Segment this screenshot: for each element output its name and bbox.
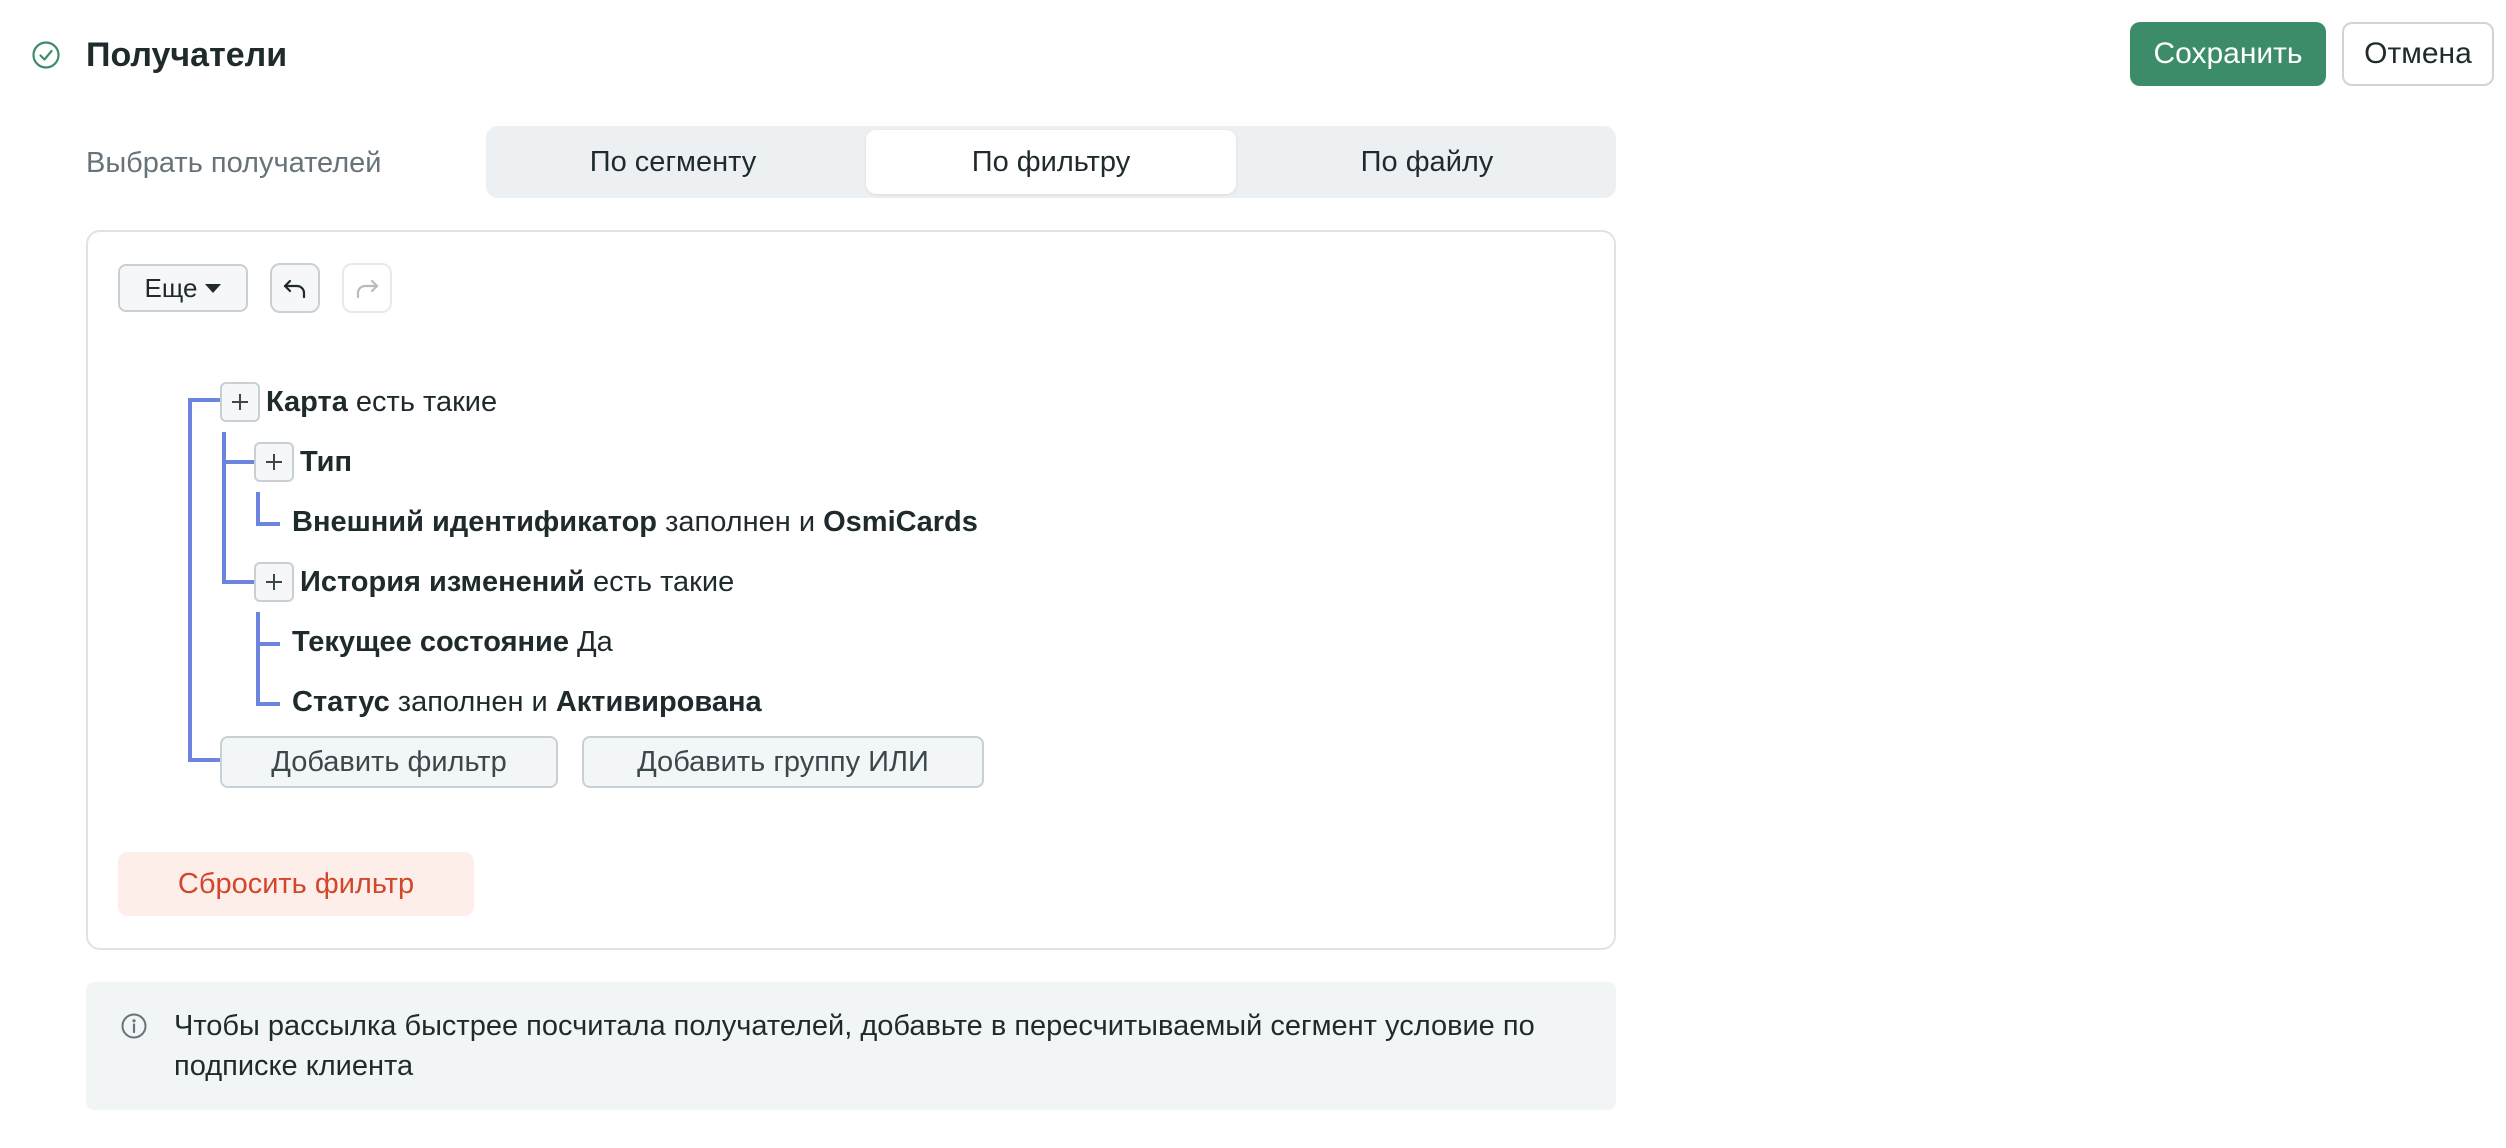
filter-row-external-id[interactable]: Внешний идентификатор заполнен и OsmiCar… — [292, 504, 978, 540]
filter-name: Статус — [292, 686, 390, 718]
plus-icon — [232, 394, 248, 410]
info-icon — [121, 1013, 147, 1039]
tab-by-file[interactable]: По файлу — [1242, 130, 1612, 194]
filter-name: Текущее состояние — [292, 626, 569, 658]
plus-icon — [266, 574, 282, 590]
filter-row-card[interactable]: Карта есть такие — [266, 384, 497, 420]
redo-icon — [356, 279, 379, 299]
filter-name: История изменений — [300, 566, 585, 598]
filter-value: Активирована — [555, 686, 762, 718]
tree-line — [256, 612, 260, 706]
save-button[interactable]: Сохранить — [2130, 22, 2326, 86]
expand-card-button[interactable] — [220, 382, 260, 422]
tree-line — [188, 758, 220, 762]
page-title: Получатели — [86, 36, 288, 74]
select-recipients-label: Выбрать получателей — [86, 147, 382, 179]
tree-line — [256, 522, 280, 526]
tree-line — [256, 642, 280, 646]
more-label: Еще — [144, 272, 198, 303]
tree-line — [222, 580, 254, 584]
filter-row-status[interactable]: Статус заполнен и Активирована — [292, 684, 762, 720]
filter-condition: есть такие — [355, 386, 498, 418]
tree-line — [222, 460, 254, 464]
undo-button[interactable] — [270, 263, 320, 313]
filter-row-type[interactable]: Тип — [300, 444, 352, 480]
tree-line — [256, 492, 260, 526]
add-or-group-button[interactable]: Добавить группу ИЛИ — [582, 736, 984, 788]
caret-down-icon — [205, 283, 222, 293]
filter-row-current-state[interactable]: Текущее состояние Да — [292, 624, 613, 660]
info-text: Чтобы рассылка быстрее посчитала получат… — [174, 1010, 1535, 1082]
add-filter-button[interactable]: Добавить фильтр — [220, 736, 558, 788]
redo-button[interactable] — [342, 263, 392, 313]
more-dropdown-button[interactable]: Еще — [118, 264, 248, 312]
expand-history-button[interactable] — [254, 562, 294, 602]
tab-by-filter[interactable]: По фильтру — [866, 130, 1236, 194]
filter-value: Да — [577, 626, 613, 658]
plus-icon — [266, 454, 282, 470]
tree-line — [188, 398, 220, 402]
expand-type-button[interactable] — [254, 442, 294, 482]
filter-value: OsmiCards — [823, 506, 978, 538]
tree-line — [256, 702, 280, 706]
filter-condition: есть такие — [593, 566, 735, 598]
filter-name: Тип — [300, 446, 352, 478]
check-circle-icon — [32, 41, 60, 69]
tree-line — [188, 398, 192, 762]
filter-condition: заполнен и — [665, 506, 816, 538]
cancel-button[interactable]: Отмена — [2342, 22, 2494, 86]
tree-line — [222, 432, 226, 584]
tab-by-segment[interactable]: По сегменту — [490, 130, 856, 194]
filter-name: Внешний идентификатор — [292, 506, 657, 538]
reset-filter-button[interactable]: Сбросить фильтр — [118, 852, 474, 916]
recipients-segmented-control: По сегменту По фильтру По файлу — [486, 126, 1616, 198]
undo-icon — [283, 279, 306, 299]
filter-name: Карта — [266, 386, 348, 418]
filter-condition: заполнен и — [397, 686, 548, 718]
filter-row-history[interactable]: История изменений есть такие — [300, 564, 734, 600]
